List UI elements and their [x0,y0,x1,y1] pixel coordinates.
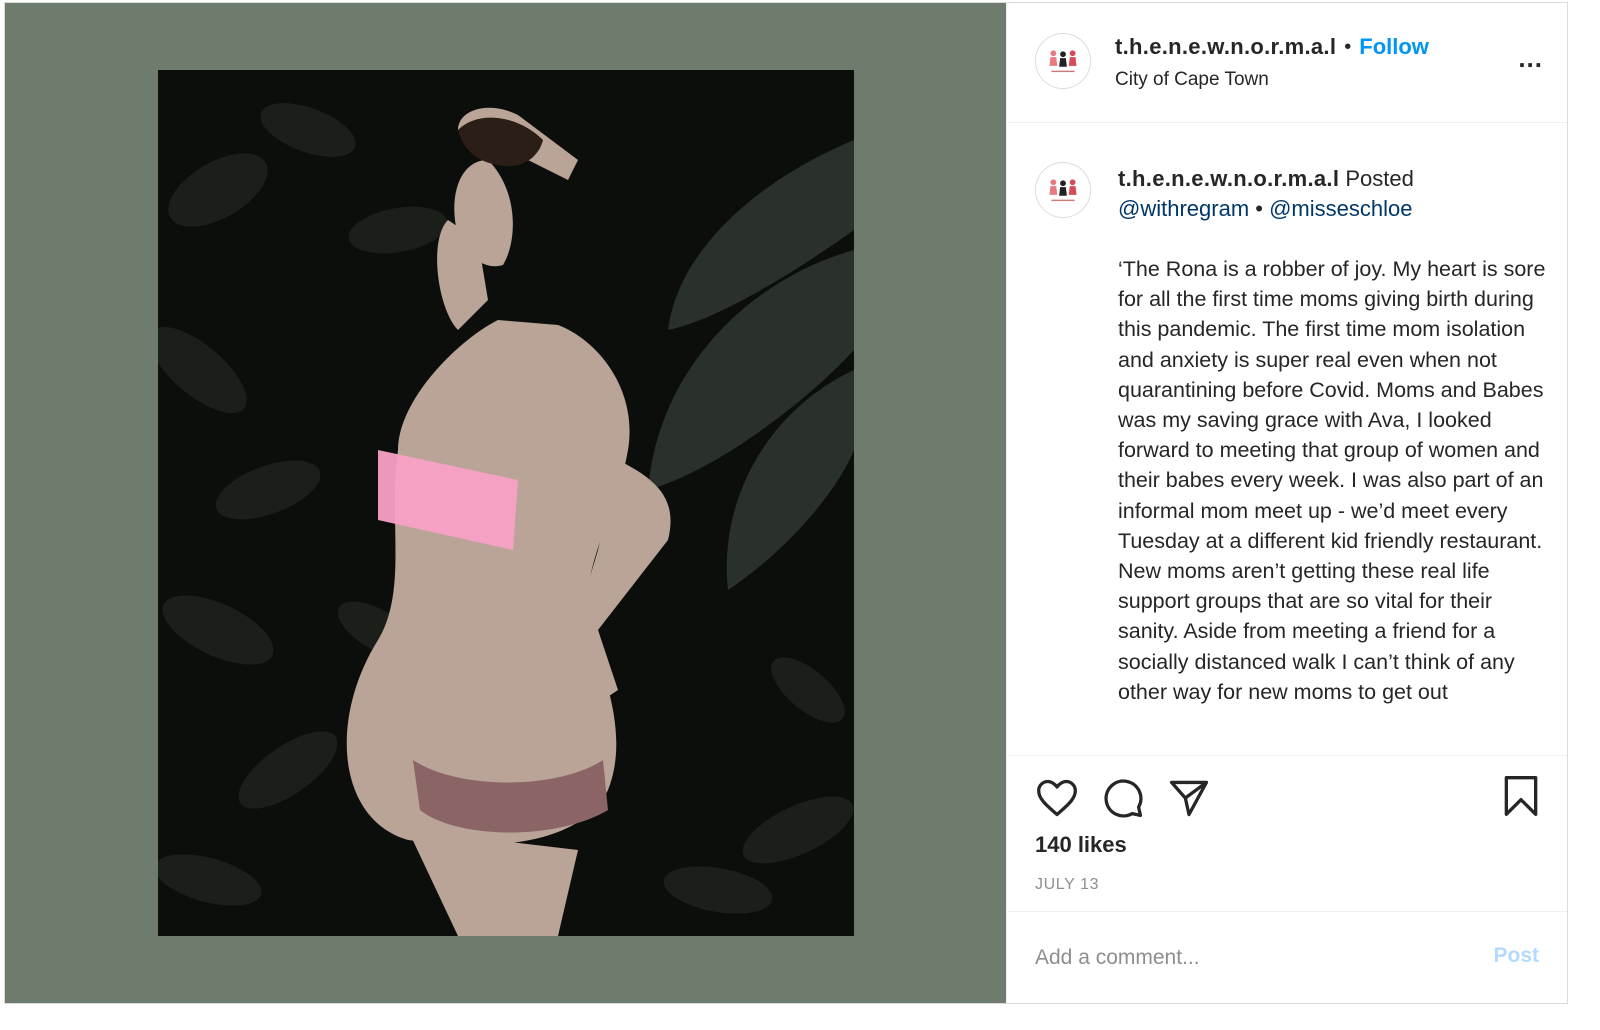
likes-count[interactable]: 140 likes [1035,832,1127,858]
post-header: t.h.e.n.e.w.n.o.r.m.a.l • Follow City of… [1007,3,1567,123]
caption-section: t.h.e.n.e.w.n.o.r.m.a.l Posted @withregr… [1007,124,1567,754]
post-media [5,3,1006,1003]
header-line: t.h.e.n.e.w.n.o.r.m.a.l • Follow [1115,34,1429,60]
caption-header: t.h.e.n.e.w.n.o.r.m.a.l Posted @withregr… [1118,164,1414,224]
posted-label: Posted [1345,166,1414,191]
post-comment-button[interactable]: Post [1493,944,1539,968]
comment-icon[interactable] [1101,776,1145,820]
location-link[interactable]: City of Cape Town [1115,69,1269,91]
mention-misseschloe[interactable]: @misseschloe [1269,196,1412,221]
mention-separator: • [1255,196,1263,221]
more-options-icon[interactable]: ... [1518,45,1543,71]
avatar[interactable] [1035,33,1091,89]
photo-illustration [158,70,854,936]
caption-text: ‘The Rona is a robber of joy. My heart i… [1118,257,1546,704]
separator-dot: • [1344,35,1352,58]
post-sidebar: t.h.e.n.e.w.n.o.r.m.a.l • Follow City of… [1006,3,1567,1003]
post-photo[interactable] [158,70,854,936]
heart-icon[interactable] [1035,776,1079,820]
comment-bar: Post [1007,911,1567,1005]
username-link[interactable]: t.h.e.n.e.w.n.o.r.m.a.l [1115,34,1336,60]
follow-button[interactable]: Follow [1359,34,1429,60]
instagram-post: t.h.e.n.e.w.n.o.r.m.a.l • Follow City of… [4,2,1568,1004]
post-date: JULY 13 [1035,876,1100,893]
comment-input[interactable] [1035,940,1455,976]
bookmark-icon[interactable] [1499,774,1543,818]
caption-username-link[interactable]: t.h.e.n.e.w.n.o.r.m.a.l [1118,166,1339,191]
mention-withregram[interactable]: @withregram [1118,196,1249,221]
actions-section: 140 likes JULY 13 Post [1007,755,1567,1005]
share-icon[interactable] [1167,776,1211,820]
caption-avatar[interactable] [1035,162,1091,218]
